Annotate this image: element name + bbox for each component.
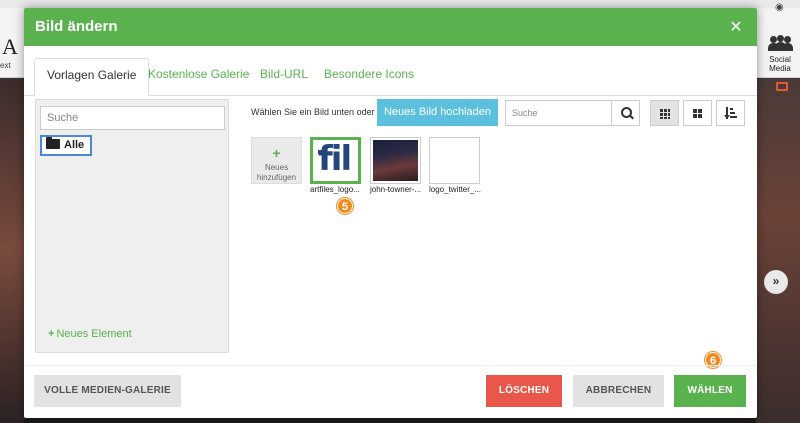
folder-open-icon (46, 137, 60, 149)
cancel-button[interactable]: ABBRECHEN (573, 375, 664, 407)
tab-besondere-icons[interactable]: Besondere Icons (312, 58, 426, 96)
grid-view-button[interactable] (650, 100, 679, 126)
image-tile-john-towner[interactable] (370, 137, 421, 184)
change-image-dialog: Bild ändern ✕ Vorlagen Galerie Kostenlos… (24, 8, 757, 418)
tile-view-icon (693, 109, 703, 118)
folder-item-alle[interactable]: Alle (40, 135, 92, 156)
image-search (505, 100, 640, 126)
dialog-header: Bild ändern ✕ (24, 8, 757, 46)
full-media-gallery-button[interactable]: VOLLE MEDIEN-GALERIE (34, 375, 181, 407)
tab-vorlagen-galerie[interactable]: Vorlagen Galerie (34, 58, 150, 97)
image-caption: john-towner-... (370, 185, 422, 194)
search-icon[interactable] (611, 101, 640, 125)
eye-icon[interactable]: ◉ (775, 2, 784, 13)
tab-bar: Vorlagen Galerie Kostenlose Galerie Bild… (24, 58, 757, 97)
text-tool-label: ext (0, 61, 11, 70)
monitor-icon[interactable] (776, 82, 788, 91)
delete-button[interactable]: LÖSCHEN (486, 375, 562, 407)
tile-view-button[interactable] (683, 100, 712, 126)
social-media-tool[interactable]: Social Media (764, 35, 796, 73)
add-new-image-tile[interactable]: + Neues hinzufügen (251, 137, 302, 184)
new-element-link[interactable]: + Neues Element (48, 328, 132, 340)
tab-bild-url[interactable]: Bild-URL (248, 58, 320, 96)
grid-view-icon (660, 109, 670, 119)
folder-label: Alle (64, 139, 85, 151)
people-icon (768, 35, 793, 52)
choose-image-hint: Wählen Sie ein Bild unten oder (251, 107, 375, 117)
image-tile-logo-twitter[interactable] (429, 137, 480, 184)
new-element-label: Neues Element (56, 328, 132, 340)
tab-kostenlose-galerie[interactable]: Kostenlose Galerie (136, 58, 261, 96)
image-caption: logo_twitter_... (429, 185, 482, 194)
plus-icon: + (48, 328, 55, 340)
social-media-label: Social Media (769, 55, 791, 73)
add-new-label: Neues hinzufügen (256, 163, 297, 182)
artfiles-logo-image: fil (315, 139, 356, 180)
text-tool-letter[interactable]: A (2, 34, 18, 60)
upload-image-button[interactable]: Neues Bild hochladen (377, 99, 498, 126)
dialog-title: Bild ändern (35, 18, 118, 35)
artfiles-logo-text: fil (318, 139, 352, 179)
select-button[interactable]: WÄHLEN (674, 375, 746, 407)
step-badge-5: 5 (337, 198, 353, 214)
image-search-input[interactable] (506, 101, 610, 125)
sort-button[interactable] (716, 100, 745, 126)
plus-icon: + (272, 145, 281, 161)
landscape-photo-image (373, 140, 418, 181)
sort-icon (724, 107, 738, 120)
close-icon[interactable]: ✕ (728, 17, 744, 36)
footer-divider (24, 365, 757, 366)
chevron-right-circle-icon[interactable]: » (764, 270, 788, 294)
image-tile-artfiles-logo[interactable]: fil (310, 137, 361, 184)
image-caption: artfiles_logo... (310, 185, 360, 194)
folder-search-input[interactable] (40, 106, 225, 130)
folder-panel: Alle +Neues Element (35, 99, 229, 353)
app-top-strip (0, 0, 800, 8)
